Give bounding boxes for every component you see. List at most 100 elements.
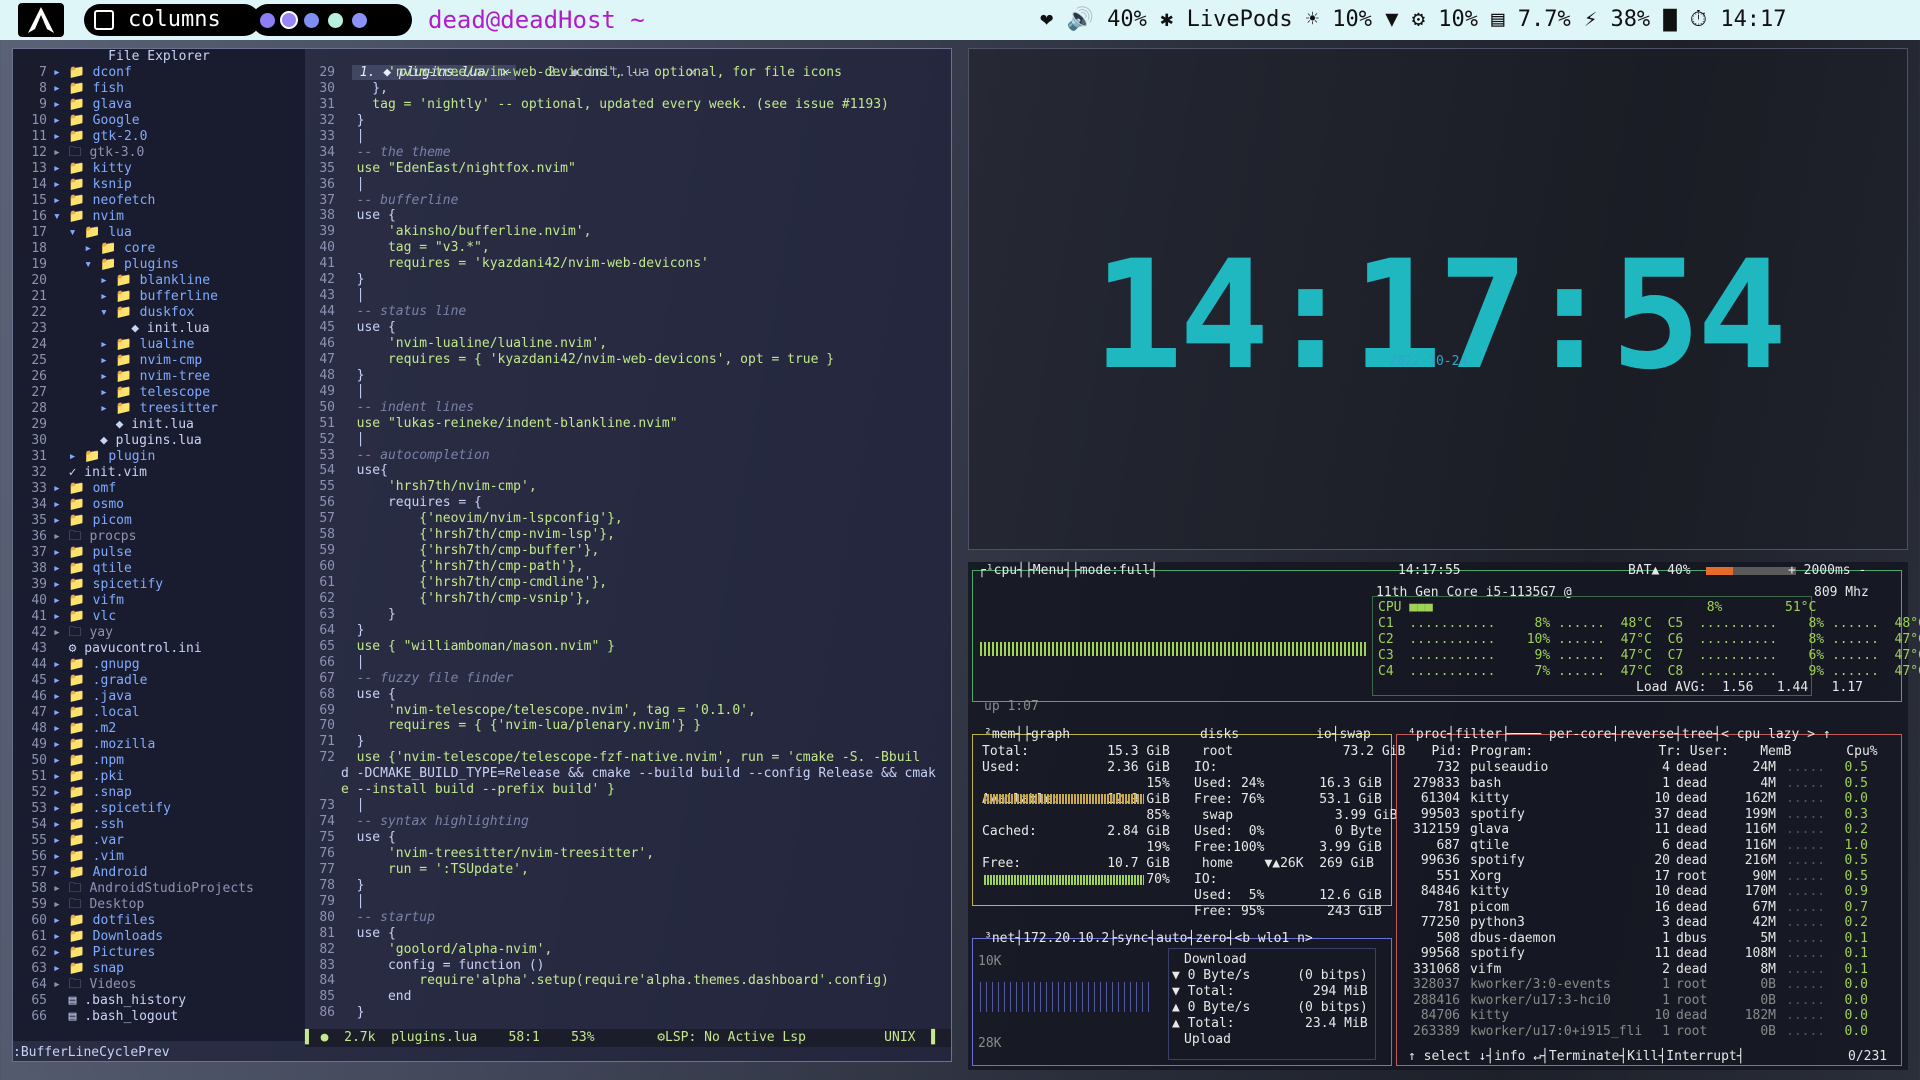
tree-entry[interactable]: ▸ 📁 nvim-cmp xyxy=(53,353,202,368)
code-line[interactable]: 73 │ xyxy=(305,798,951,814)
code-line[interactable]: 78 } xyxy=(305,878,951,894)
tree-entry[interactable]: ▸ 🗀 Videos xyxy=(53,977,136,992)
tree-row[interactable]: 58 ▸ 🗀 AndroidStudioProjects xyxy=(13,881,305,897)
code-line[interactable]: 42 } xyxy=(305,272,951,288)
code-line[interactable]: 36 │ xyxy=(305,177,951,193)
workspace-switcher[interactable] xyxy=(252,4,412,36)
tree-row[interactable]: 30 ◆ plugins.lua xyxy=(13,433,305,449)
tree-row[interactable]: 57 ▸ 📁 Android xyxy=(13,865,305,881)
code-line[interactable]: 50 -- indent lines xyxy=(305,400,951,416)
tree-entry[interactable]: ▸ 📁 plugin xyxy=(53,449,156,464)
process-row[interactable]: 99636 spotify 20 dead 216M 0.5..... xyxy=(1408,853,1888,869)
process-row[interactable]: 288416 kworker/u17:3-hci0 1 root 0B 0.0..... xyxy=(1408,993,1888,1009)
tree-entry[interactable]: ▸ 📁 picom xyxy=(53,513,132,528)
tree-entry[interactable]: ▸ 📁 Google xyxy=(53,113,140,128)
tree-entry[interactable]: ✓ init.vim xyxy=(53,465,147,480)
code-line[interactable]: 43 │ xyxy=(305,288,951,304)
code-line[interactable]: 77 run = ':TSUpdate', xyxy=(305,862,951,878)
tree-entry[interactable]: ▸ 📁 vlc xyxy=(53,609,116,624)
update-interval[interactable]: + 2000ms - xyxy=(1788,563,1866,578)
tree-row[interactable]: 34 ▸ 📁 osmo xyxy=(13,497,305,513)
tree-row[interactable]: 27 ▸ 📁 telescope xyxy=(13,385,305,401)
code-line[interactable]: 84 require'alpha'.setup(require'alpha.th… xyxy=(305,973,951,989)
code-line[interactable]: 38 use { xyxy=(305,208,951,224)
code-line[interactable]: 56 requires = { xyxy=(305,495,951,511)
code-line[interactable]: 76 'nvim-treesitter/nvim-treesitter', xyxy=(305,846,951,862)
tree-row[interactable]: 11 ▸ 📁 gtk-2.0 xyxy=(13,129,305,145)
tree-entry[interactable]: ▸ 📁 kitty xyxy=(53,161,132,176)
tree-row[interactable]: 24 ▸ 📁 lualine xyxy=(13,337,305,353)
tree-row[interactable]: 20 ▸ 📁 blankline xyxy=(13,273,305,289)
code-line[interactable]: 69 'nvim-telescope/telescope.nvim', tag … xyxy=(305,703,951,719)
proc-header[interactable]: ⁴proc┤filter├──── per-core┤reverse┤tree┤… xyxy=(1408,727,1831,742)
tree-row[interactable]: 55 ▸ 📁 .var xyxy=(13,833,305,849)
process-row[interactable]: 687 qtile 6 dead 116M 1.0..... xyxy=(1408,838,1888,854)
arch-logo-icon[interactable] xyxy=(18,3,64,37)
code-line[interactable]: 41 requires = 'kyazdani42/nvim-web-devic… xyxy=(305,256,951,272)
code-line[interactable]: 49 │ xyxy=(305,384,951,400)
code-line[interactable]: 35 use "EdenEast/nightfox.nvim" xyxy=(305,161,951,177)
code-line[interactable]: 74 -- syntax highlighting xyxy=(305,814,951,830)
tree-entry[interactable]: ▸ 📁 .java xyxy=(53,689,132,704)
tree-entry[interactable]: ▾ 📁 lua xyxy=(53,225,132,240)
process-row[interactable]: 61304 kitty 10 dead 162M 0.0..... xyxy=(1408,791,1888,807)
code-line[interactable]: 86 } xyxy=(305,1005,951,1021)
tree-entry[interactable]: ▸ 📁 treesitter xyxy=(53,401,218,416)
tree-row[interactable]: 26 ▸ 📁 nvim-tree xyxy=(13,369,305,385)
tree-row[interactable]: 9 ▸ 📁 glava xyxy=(13,97,305,113)
code-line[interactable]: d -DCMAKE_BUILD_TYPE=Release && cmake --… xyxy=(305,766,951,782)
tree-row[interactable]: 37 ▸ 📁 pulse xyxy=(13,545,305,561)
code-line[interactable]: 67 -- fuzzy file finder xyxy=(305,671,951,687)
tree-row[interactable]: 29 ◆ init.lua xyxy=(13,417,305,433)
code-line[interactable]: 65 use { "williamboman/mason.nvim" } xyxy=(305,639,951,655)
tree-row[interactable]: 28 ▸ 📁 treesitter xyxy=(13,401,305,417)
tree-entry[interactable]: ▸ 📁 ksnip xyxy=(53,177,132,192)
tree-entry[interactable]: ▸ 📁 .gradle xyxy=(53,673,147,688)
command-line[interactable]: :BufferLineCyclePrev xyxy=(13,1045,951,1061)
tree-row[interactable]: 62 ▸ 📁 Pictures xyxy=(13,945,305,961)
tree-row[interactable]: 49 ▸ 📁 .mozilla xyxy=(13,737,305,753)
workspace-1[interactable] xyxy=(260,13,275,28)
net-header[interactable]: ³net┤172.20.10.2├sync┤auto┤zero┤<b wlo1 … xyxy=(984,931,1313,946)
tree-entry[interactable]: ▸ 📁 telescope xyxy=(53,385,210,400)
tree-entry[interactable]: ▸ 📁 Downloads xyxy=(53,929,163,944)
code-line[interactable]: 31 tag = 'nightly' -- optional, updated … xyxy=(305,97,951,113)
tree-entry[interactable]: ▸ 📁 .var xyxy=(53,833,124,848)
tree-row[interactable]: 48 ▸ 📁 .m2 xyxy=(13,721,305,737)
code-lines[interactable]: 29 'nvim-tree/nvim-web-devicons', -- opt… xyxy=(305,65,951,1021)
tree-entry[interactable]: ▸ 📁 vifm xyxy=(53,593,124,608)
tree-entry[interactable]: ▸ 📁 Android xyxy=(53,865,147,880)
tree-entry[interactable]: ▸ 🗀 yay xyxy=(53,625,113,640)
process-row[interactable]: 781 picom 16 dead 67M 0.7..... xyxy=(1408,900,1888,916)
tree-row[interactable]: 19 ▾ 📁 plugins xyxy=(13,257,305,273)
tree-entry[interactable]: ◆ init.lua xyxy=(53,417,194,432)
workspace-2-active[interactable] xyxy=(280,11,298,29)
tree-row[interactable]: 25 ▸ 📁 nvim-cmp xyxy=(13,353,305,369)
code-line[interactable]: 48 } xyxy=(305,368,951,384)
tree-row[interactable]: 7 ▸ 📁 dconf xyxy=(13,65,305,81)
code-line[interactable]: 33 │ xyxy=(305,129,951,145)
process-row[interactable]: 328037 kworker/3:0-events 1 root 0B 0.0..... xyxy=(1408,977,1888,993)
tree-entry[interactable]: ▸ 📁 omf xyxy=(53,481,116,496)
code-line[interactable]: 72 use {'nvim-telescope/telescope-fzf-na… xyxy=(305,750,951,766)
file-tree[interactable]: 7 ▸ 📁 dconf 8 ▸ 📁 fish 9 ▸ 📁 glava 10 ▸ 📁 Googl… xyxy=(13,65,305,1025)
tree-entry[interactable]: ▸ 📁 core xyxy=(53,241,155,256)
tree-entry[interactable]: ▸ 📁 fish xyxy=(53,81,124,96)
tree-entry[interactable]: ▸ 📁 .npm xyxy=(53,753,124,768)
process-row[interactable]: 77250 python3 3 dead 42M 0.2..... xyxy=(1408,915,1888,931)
code-line[interactable]: 83 config = function () xyxy=(305,958,951,974)
tree-entry[interactable]: ▤ .bash_history xyxy=(53,993,186,1008)
tree-entry[interactable]: ▸ 📁 spicetify xyxy=(53,577,163,592)
tree-entry[interactable]: ▸ 📁 neofetch xyxy=(53,193,155,208)
code-line[interactable]: e --install build --prefix build' } xyxy=(305,782,951,798)
workspace-3[interactable] xyxy=(304,13,319,28)
tree-row[interactable]: 47 ▸ 📁 .local xyxy=(13,705,305,721)
process-row[interactable]: 331068 vifm 2 dead 8M 0.1..... xyxy=(1408,962,1888,978)
buffer-tabs[interactable]: 1. ◆ plugins.lua ✕ 2. ◆ init.lua ✕ xyxy=(305,49,951,80)
tree-row[interactable]: 8 ▸ 📁 fish xyxy=(13,81,305,97)
tree-row[interactable]: 60 ▸ 📁 dotfiles xyxy=(13,913,305,929)
tree-entry[interactable]: ▸ 📁 .gnupg xyxy=(53,657,140,672)
code-line[interactable]: 66 │ xyxy=(305,655,951,671)
process-row[interactable]: 508 dbus-daemon 1 dbus 5M 0.1..... xyxy=(1408,931,1888,947)
process-row[interactable]: 84846 kitty 10 dead 170M 0.9..... xyxy=(1408,884,1888,900)
